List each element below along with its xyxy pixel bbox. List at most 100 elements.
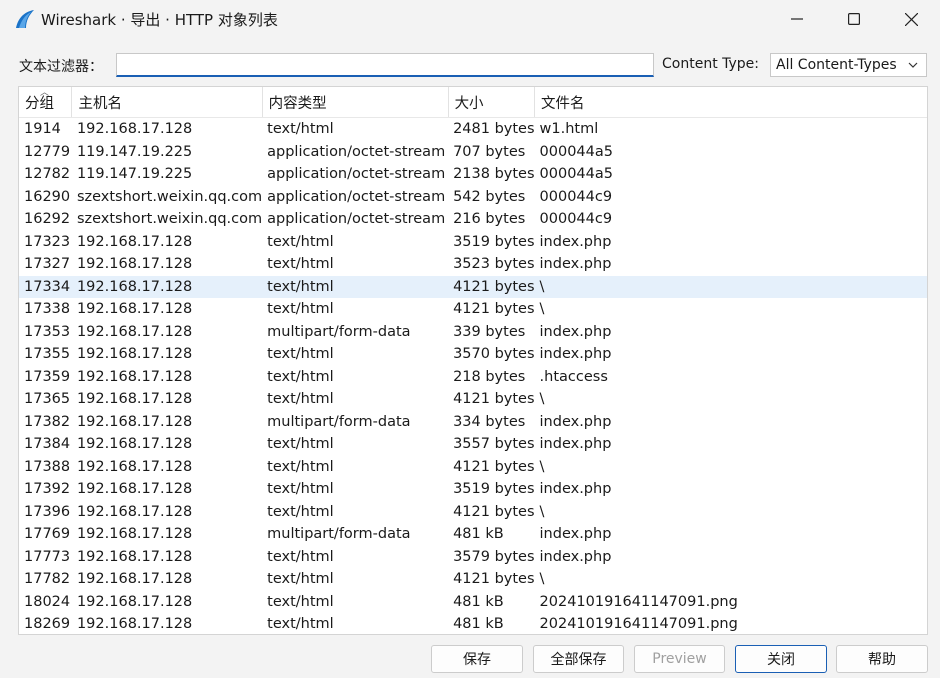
table-row[interactable]: 17338 192.168.17.128 text/html 4121 bytes \ — [19, 298, 927, 321]
cell-filename: 000044a5 — [539, 166, 613, 183]
maximize-button[interactable] — [825, 0, 883, 38]
cell-size: 4121 bytes — [453, 458, 535, 475]
cell-packet: 17353 — [24, 323, 71, 340]
table-row[interactable]: 17384 192.168.17.128 text/html 3557 bytes in… — [19, 433, 927, 456]
cell-filename: index.php — [539, 233, 612, 250]
cell-size: 218 bytes — [453, 368, 526, 385]
cell-filename: index.php — [539, 526, 612, 543]
cell-content-type: text/html — [267, 233, 334, 250]
cell-size: 707 bytes — [453, 143, 526, 160]
table-row[interactable]: 18024 192.168.17.128 text/html 481 kB 202410… — [19, 591, 927, 614]
filter-row: 文本过滤器： Content Type: All Content-Types — [0, 50, 940, 80]
cell-size: 481 kB — [453, 526, 504, 543]
cell-packet: 18024 — [24, 593, 71, 610]
cell-hostname: 192.168.17.128 — [76, 256, 193, 273]
cell-size: 216 bytes — [453, 211, 526, 228]
cell-content-type: text/html — [267, 571, 334, 588]
cell-filename: .htaccess — [539, 368, 608, 385]
content-type-select[interactable]: All Content-Types — [770, 53, 927, 77]
cell-filename: index.php — [539, 256, 612, 273]
column-header-filename[interactable]: 文件名 — [534, 87, 927, 118]
cell-size: 339 bytes — [453, 323, 526, 340]
table-row[interactable]: 17392 192.168.17.128 text/html 3519 bytes in… — [19, 478, 927, 501]
table-row[interactable]: 17782 192.168.17.128 text/html 4121 bytes \ — [19, 568, 927, 591]
table-row[interactable]: 17382 192.168.17.128 multipart/form-data 33… — [19, 411, 927, 434]
cell-packet: 17355 — [24, 346, 71, 363]
table-row[interactable]: 18269 192.168.17.128 text/html 481 kB 202410… — [19, 613, 927, 634]
cell-packet: 17782 — [24, 571, 71, 588]
cell-size: 3519 bytes — [453, 233, 535, 250]
window-title: Wireshark · 导出 · HTTP 对象列表 — [41, 11, 278, 29]
close-button[interactable]: 关闭 — [735, 645, 827, 673]
cell-content-type: text/html — [267, 616, 334, 633]
cell-size: 4121 bytes — [448, 275, 535, 298]
http-objects-table[interactable]: ︿ 分组 主机名 内容类型 大小 文件名 1914 192.168.17.128 te… — [18, 86, 928, 635]
cell-packet: 17392 — [24, 481, 71, 498]
cell-filename: index.php — [539, 346, 612, 363]
cell-size: 542 bytes — [453, 188, 526, 205]
table-row[interactable]: 17769 192.168.17.128 multipart/form-data 48… — [19, 523, 927, 546]
text-filter-input[interactable] — [116, 53, 654, 77]
table-row[interactable]: 17323 192.168.17.128 text/html 3519 bytes in… — [19, 231, 927, 254]
table-row[interactable]: 17334 192.168.17.128 text/html 4121 bytes \ — [19, 275, 927, 298]
cell-filename: index.php — [539, 481, 612, 498]
cell-filename: \ — [539, 301, 545, 318]
column-header-size[interactable]: 大小 — [448, 87, 536, 118]
cell-hostname: 119.147.19.225 — [76, 166, 193, 183]
title-bar: Wireshark · 导出 · HTTP 对象列表 — [0, 0, 940, 38]
sort-caret-icon: ︿ — [40, 88, 50, 98]
cell-packet: 17359 — [24, 368, 71, 385]
cell-hostname: 192.168.17.128 — [76, 323, 193, 340]
column-header-packet[interactable]: ︿ 分组 — [19, 87, 73, 118]
cell-filename: index.php — [539, 323, 612, 340]
table-row[interactable]: 17396 192.168.17.128 text/html 4121 bytes \ — [19, 501, 927, 524]
cell-content-type: text/html — [267, 256, 334, 273]
minimize-button[interactable] — [768, 0, 826, 38]
cell-content-type: text/html — [267, 458, 334, 475]
column-header-hostname[interactable]: 主机名 — [71, 87, 263, 118]
save-all-button[interactable]: 全部保存 — [533, 645, 624, 673]
cell-hostname: 192.168.17.128 — [76, 571, 193, 588]
cell-hostname: 192.168.17.128 — [76, 503, 193, 520]
cell-content-type: text/html — [267, 481, 334, 498]
cell-size: 3570 bytes — [453, 346, 535, 363]
cell-filename: \ — [539, 503, 545, 520]
table-header-row: ︿ 分组 主机名 内容类型 大小 文件名 — [19, 87, 927, 118]
cell-hostname: 192.168.17.128 — [76, 391, 193, 408]
cell-filename: 202410191641147091.png — [539, 593, 738, 610]
cell-content-type: multipart/form-data — [267, 413, 411, 430]
table-row[interactable]: 17353 192.168.17.128 multipart/form-data 33… — [19, 321, 927, 344]
cell-hostname: 119.147.19.225 — [76, 143, 193, 160]
table-row[interactable]: 1914 192.168.17.128 text/html 2481 bytes w1.… — [19, 118, 927, 141]
table-row[interactable]: 17359 192.168.17.128 text/html 218 bytes .ht… — [19, 366, 927, 389]
table-row[interactable]: 17355 192.168.17.128 text/html 3570 bytes in… — [19, 343, 927, 366]
table-row[interactable]: 16290 szextshort.weixin.qq.com application… — [19, 186, 927, 209]
cell-filename: 000044c9 — [539, 211, 613, 228]
preview-button[interactable]: Preview — [634, 645, 725, 673]
table-row[interactable]: 17388 192.168.17.128 text/html 4121 bytes \ — [19, 456, 927, 479]
table-row[interactable]: 12779 119.147.19.225 application/octet-str… — [19, 141, 927, 164]
close-window-button[interactable] — [882, 0, 940, 38]
cell-content-type: application/octet-stream — [267, 143, 446, 160]
table-row[interactable]: 17327 192.168.17.128 text/html 3523 bytes in… — [19, 253, 927, 276]
content-type-value: All Content-Types — [776, 57, 897, 73]
cell-packet: 17384 — [24, 436, 71, 453]
cell-filename: w1.html — [539, 121, 599, 138]
close-icon — [904, 12, 918, 26]
table-row[interactable]: 12782 119.147.19.225 application/octet-str… — [19, 163, 927, 186]
cell-size: 3557 bytes — [453, 436, 535, 453]
cell-hostname: 192.168.17.128 — [76, 616, 193, 633]
cell-hostname: 192.168.17.128 — [76, 346, 193, 363]
cell-hostname: 192.168.17.128 — [76, 233, 193, 250]
save-button[interactable]: 保存 — [431, 645, 523, 673]
cell-packet: 17388 — [24, 458, 71, 475]
table-row[interactable]: 17365 192.168.17.128 text/html 4121 bytes \ — [19, 388, 927, 411]
cell-packet: 12782 — [24, 166, 71, 183]
column-header-content-type[interactable]: 内容类型 — [262, 87, 449, 118]
table-row[interactable]: 16292 szextshort.weixin.qq.com application… — [19, 208, 927, 231]
help-button[interactable]: 帮助 — [836, 645, 928, 673]
cell-content-type: text/html — [267, 346, 334, 363]
cell-filename: 000044a5 — [539, 143, 613, 160]
table-row[interactable]: 17773 192.168.17.128 text/html 3579 bytes in… — [19, 546, 927, 569]
cell-size: 2138 bytes — [453, 166, 535, 183]
